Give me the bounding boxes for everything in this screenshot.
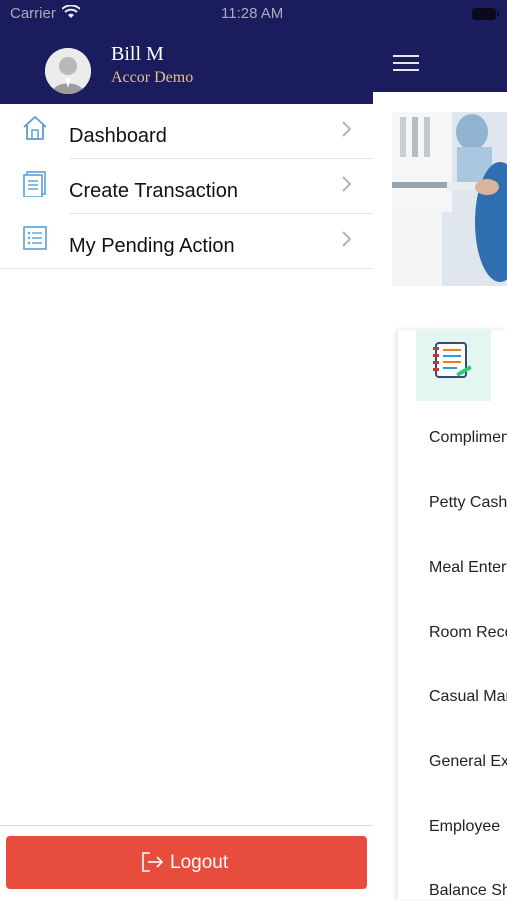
wifi-icon: [61, 4, 81, 23]
divider: [0, 268, 373, 269]
form-item[interactable]: Casual Manpower: [429, 688, 507, 706]
form-item[interactable]: Complimentary: [429, 429, 507, 447]
hamburger-menu-icon[interactable]: [393, 55, 419, 73]
notebook-icon: [416, 329, 491, 401]
list-icon: [22, 224, 48, 252]
logout-button[interactable]: Logout: [6, 836, 367, 889]
document-icon: [22, 169, 48, 198]
chevron-right-icon: [340, 228, 354, 250]
banner-image: [392, 112, 507, 286]
home-icon: [22, 114, 48, 142]
carrier-label: Carrier: [10, 5, 56, 22]
menu-label: Dashboard: [69, 125, 167, 147]
menu-item-my-pending-action[interactable]: My Pending Action: [0, 214, 373, 269]
logout-icon: [140, 850, 166, 874]
status-bar: Carrier 11:28 AM: [0, 0, 507, 28]
logout-label: Logout: [170, 852, 229, 873]
chevron-right-icon: [340, 173, 354, 195]
form-item[interactable]: General Expense: [429, 753, 507, 771]
forms-card: [398, 330, 507, 900]
menu-label: Create Transaction: [69, 180, 238, 202]
clock: 11:28 AM: [221, 5, 284, 22]
form-item[interactable]: Room Recovery: [429, 624, 507, 642]
user-name: Bill M: [111, 43, 164, 65]
form-item[interactable]: Employee: [429, 818, 507, 836]
form-item[interactable]: Balance Sheet: [429, 882, 507, 900]
avatar: [45, 48, 91, 94]
battery-icon: [472, 8, 499, 20]
form-item[interactable]: Meal Entertainment: [429, 559, 507, 577]
user-organization: Accor Demo: [111, 69, 194, 86]
menu-label: My Pending Action: [69, 235, 235, 257]
form-item[interactable]: Petty Cash: [429, 494, 507, 512]
menu-item-create-transaction[interactable]: Create Transaction: [0, 159, 373, 214]
chevron-right-icon: [340, 118, 354, 140]
side-drawer: Bill M Accor Demo Dashboard Create Trans…: [0, 0, 373, 901]
menu-item-dashboard[interactable]: Dashboard: [0, 104, 373, 159]
